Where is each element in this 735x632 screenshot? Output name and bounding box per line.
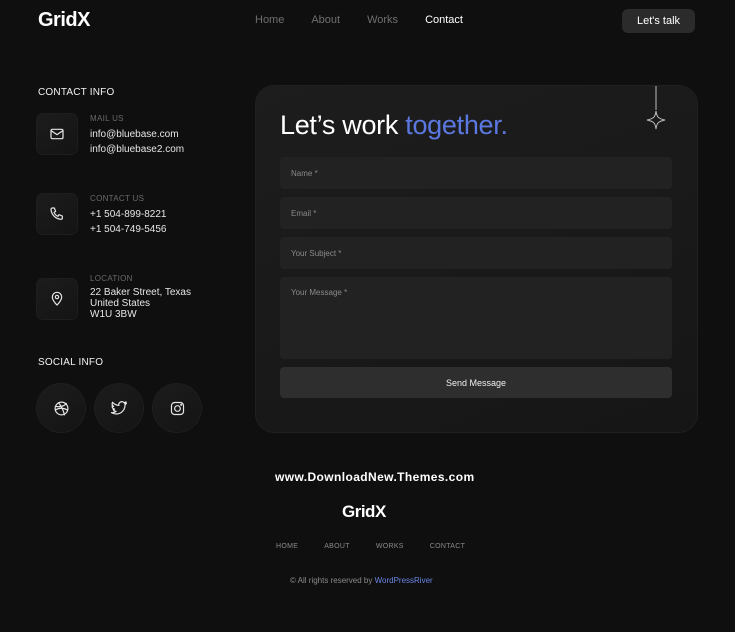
contact-info-title: CONTACT INFO xyxy=(38,87,115,98)
location-label: LOCATION xyxy=(90,274,133,283)
nav-works[interactable]: Works xyxy=(367,14,398,26)
copyright-brand-link[interactable]: WordPressRiver xyxy=(375,576,433,585)
footer-logo[interactable]: GridX xyxy=(342,502,386,522)
footer-nav: HOME ABOUT WORKS CONTACT xyxy=(276,543,491,550)
mail-icon xyxy=(50,128,64,140)
logo[interactable]: GridX xyxy=(38,9,90,32)
location-line-2: United States xyxy=(90,298,151,309)
mail-line-2[interactable]: info@bluebase2.com xyxy=(90,142,184,157)
social-info-title: SOCIAL INFO xyxy=(38,357,104,368)
footer-nav-works[interactable]: WORKS xyxy=(376,543,404,550)
email-field[interactable] xyxy=(280,197,672,229)
mail-label: MAIL US xyxy=(90,114,124,123)
nav-about[interactable]: About xyxy=(311,14,340,26)
form-heading: Let’s work together. xyxy=(280,110,508,141)
site-header: GridX Home About Works Contact Let's tal… xyxy=(0,0,735,42)
location-pin-icon xyxy=(51,291,63,306)
location-line-3: W1U 3BW xyxy=(90,309,137,320)
mail-line-1[interactable]: info@bluebase.com xyxy=(90,127,184,142)
instagram-button[interactable] xyxy=(153,384,201,432)
phone-icon-box xyxy=(37,194,77,234)
instagram-icon xyxy=(170,401,184,415)
form-heading-main: Let’s work xyxy=(280,110,399,140)
location-line-1: 22 Baker Street, Texas xyxy=(90,287,191,298)
phone-line-1[interactable]: +1 504-899-8221 xyxy=(90,207,166,222)
main-nav: Home About Works Contact xyxy=(255,14,490,26)
copyright: © All rights reserved by WordPressRiver xyxy=(290,576,433,585)
watermark-text: www.DownloadNew.Themes.com xyxy=(275,470,475,484)
lets-talk-button[interactable]: Let's talk xyxy=(622,9,695,33)
phone-line-2[interactable]: +1 504-749-5456 xyxy=(90,222,166,237)
social-links xyxy=(37,384,201,432)
dribbble-icon xyxy=(54,401,68,415)
footer-nav-home[interactable]: HOME xyxy=(276,543,298,550)
mail-icon-box xyxy=(37,114,77,154)
subject-field[interactable] xyxy=(280,237,672,269)
dribbble-button[interactable] xyxy=(37,384,85,432)
form-heading-accent: together. xyxy=(405,110,508,140)
twitter-icon xyxy=(110,401,128,415)
footer-nav-about[interactable]: ABOUT xyxy=(324,543,350,550)
location-icon-box xyxy=(37,279,77,319)
footer-nav-contact[interactable]: CONTACT xyxy=(430,543,465,550)
nav-home[interactable]: Home xyxy=(255,14,284,26)
phone-icon xyxy=(50,207,63,220)
contact-form-card: Let’s work together. Send Message xyxy=(256,86,697,432)
twitter-button[interactable] xyxy=(95,384,143,432)
nav-contact[interactable]: Contact xyxy=(425,14,463,26)
sparkle-icon xyxy=(646,86,666,130)
message-field[interactable] xyxy=(280,277,672,359)
name-field[interactable] xyxy=(280,157,672,189)
copyright-text: © All rights reserved by xyxy=(290,576,373,585)
phone-label: CONTACT US xyxy=(90,194,145,203)
send-message-button[interactable]: Send Message xyxy=(280,367,672,398)
